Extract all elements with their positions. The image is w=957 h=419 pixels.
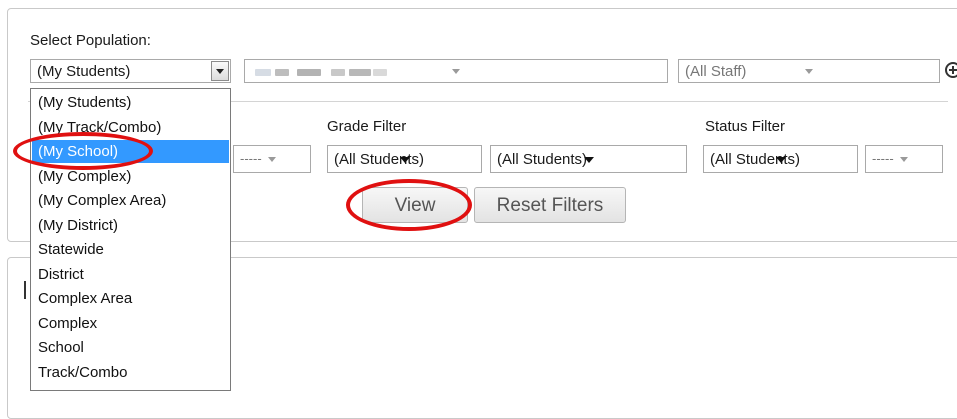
chevron-down-icon xyxy=(775,157,786,163)
status-filter-select-value: (All Students) xyxy=(710,151,801,168)
dropdown-option[interactable]: (My Students) xyxy=(32,91,229,114)
filter-select-left[interactable]: ----- xyxy=(233,145,311,173)
status-filter-select-right[interactable]: ----- xyxy=(865,145,943,173)
chevron-down-icon xyxy=(216,69,224,74)
results-panel-marker xyxy=(24,281,26,299)
population-dropdown-list: (My Students) (My Track/Combo) (My Schoo… xyxy=(30,88,231,391)
dropdown-option[interactable]: (My Track/Combo) xyxy=(32,116,229,139)
view-button[interactable]: View xyxy=(362,187,468,223)
dropdown-option[interactable]: Track/Combo xyxy=(32,361,229,384)
status-filter-select-right-value: ----- xyxy=(872,151,894,166)
redacted-name-block xyxy=(255,69,271,76)
chevron-down-icon xyxy=(452,69,460,74)
grade-filter-select-1-value: (All Students) xyxy=(334,151,425,168)
redacted-name-block xyxy=(275,69,289,76)
grade-filter-select-2[interactable]: (All Students) xyxy=(490,145,687,173)
dropdown-option[interactable]: School xyxy=(32,336,229,359)
staff-select-value: (All Staff) xyxy=(685,63,747,80)
dropdown-option[interactable]: (My Complex Area) xyxy=(32,189,229,212)
grade-filter-label: Grade Filter xyxy=(327,118,407,135)
dropdown-option[interactable]: (My Complex) xyxy=(32,165,229,188)
reset-filters-button[interactable]: Reset Filters xyxy=(474,187,626,223)
population-select-value: (My Students) xyxy=(37,63,131,80)
dropdown-option[interactable]: District xyxy=(32,263,229,286)
population-select-arrow[interactable] xyxy=(211,61,229,81)
dropdown-option[interactable]: Complex Area xyxy=(32,287,229,310)
dropdown-option[interactable]: (My District) xyxy=(32,214,229,237)
select-population-label: Select Population: xyxy=(30,32,151,49)
chevron-down-icon xyxy=(900,157,908,162)
staff-member-select[interactable] xyxy=(244,59,668,83)
redacted-name-block xyxy=(331,69,345,76)
add-circle-icon[interactable] xyxy=(945,62,957,78)
chevron-down-icon xyxy=(805,69,813,74)
dropdown-option[interactable]: Complex xyxy=(32,312,229,335)
redacted-name-block xyxy=(297,69,321,76)
population-select[interactable]: (My Students) xyxy=(30,59,231,83)
chevron-down-icon xyxy=(268,157,276,162)
dropdown-option[interactable]: Statewide xyxy=(32,238,229,261)
status-filter-select[interactable]: (All Students) xyxy=(703,145,858,173)
redacted-name-block xyxy=(349,69,371,76)
chevron-down-icon xyxy=(399,157,410,163)
staff-select[interactable]: (All Staff) xyxy=(678,59,940,83)
grade-filter-select-2-value: (All Students) xyxy=(497,151,588,168)
filter-select-left-value: ----- xyxy=(240,151,262,166)
redacted-name-block xyxy=(373,69,387,76)
dropdown-option-selected[interactable]: (My School) xyxy=(32,140,229,163)
status-filter-label: Status Filter xyxy=(705,118,786,135)
grade-filter-select-1[interactable]: (All Students) xyxy=(327,145,482,173)
chevron-down-icon xyxy=(583,157,594,163)
